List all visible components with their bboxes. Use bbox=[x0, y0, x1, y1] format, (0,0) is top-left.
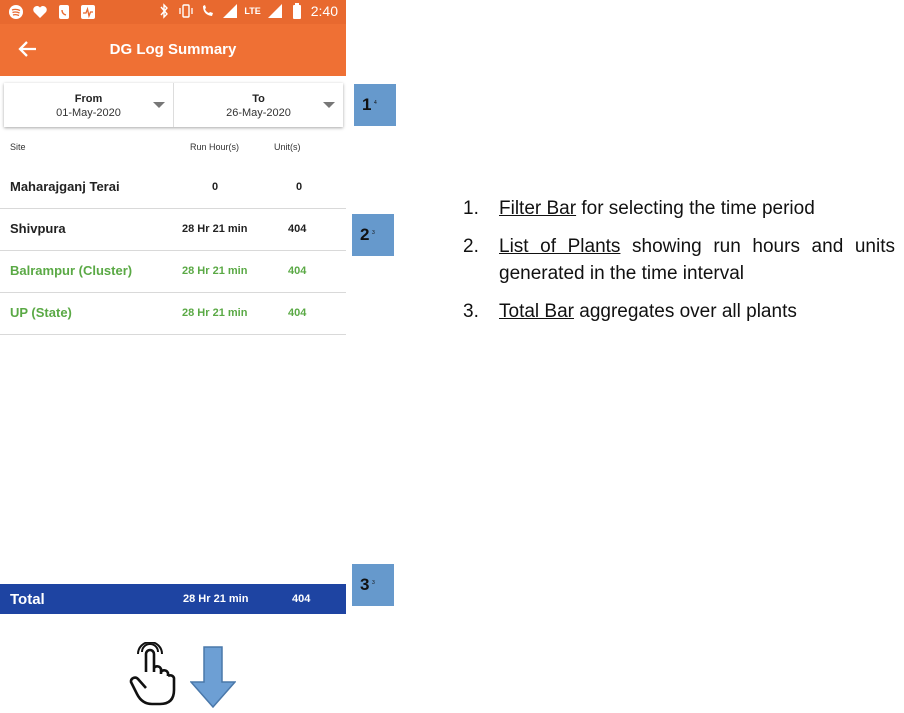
battery-icon bbox=[289, 3, 305, 19]
marker-number: 3 bbox=[360, 575, 370, 594]
bluetooth-icon bbox=[156, 3, 172, 19]
row-units: 404 bbox=[288, 223, 307, 235]
header-run-hours: Run Hour(s) bbox=[190, 142, 240, 152]
total-units: 404 bbox=[292, 593, 311, 605]
row-run-hours: 28 Hr 21 min bbox=[182, 307, 248, 319]
filter-bar: From 01-May-2020 To 26-May-2020 bbox=[4, 83, 343, 127]
marker-1: 1 4 bbox=[354, 84, 396, 126]
lte-label: LTE bbox=[244, 6, 261, 16]
total-label: Total bbox=[10, 591, 45, 608]
table-row[interactable]: UP (State) 28 Hr 21 min 404 bbox=[0, 292, 346, 335]
scroll-down-arrow-icon bbox=[189, 646, 237, 709]
row-run-hours: 0 bbox=[212, 181, 219, 193]
lte-signal-icon bbox=[267, 3, 283, 19]
row-site: UP (State) bbox=[10, 305, 72, 320]
row-units: 404 bbox=[288, 265, 307, 277]
from-label: From bbox=[74, 93, 103, 105]
to-date-picker[interactable]: To 26-May-2020 bbox=[173, 83, 343, 127]
phone-icon bbox=[56, 4, 72, 20]
notes-list: 1. Filter Bar for selecting the time per… bbox=[463, 195, 895, 336]
note-item: 2. List of Plants showing run hours and … bbox=[463, 233, 895, 287]
marker-number: 2 bbox=[360, 225, 370, 244]
note-number: 2. bbox=[463, 236, 479, 257]
table-header: Site Run Hour(s) Unit(s) bbox=[0, 142, 346, 160]
row-site: Maharajganj Terai bbox=[10, 179, 120, 194]
note-term: List of Plants bbox=[499, 236, 621, 257]
header-units: Unit(s) bbox=[274, 142, 301, 152]
status-time: 2:40 bbox=[310, 3, 338, 19]
note-term: Filter Bar bbox=[499, 198, 577, 219]
row-site: Shivpura bbox=[10, 221, 66, 236]
chevron-down-icon bbox=[153, 102, 165, 108]
volte-call-icon bbox=[200, 3, 216, 19]
spotify-icon bbox=[8, 4, 24, 20]
to-label: To bbox=[252, 93, 265, 105]
row-units: 0 bbox=[296, 181, 303, 193]
note-term: Total Bar bbox=[499, 301, 574, 322]
page-title: DG Log Summary bbox=[109, 41, 237, 58]
note-text: for selecting the time period bbox=[576, 198, 815, 219]
note-item: 3. Total Bar aggregates over all plants bbox=[463, 298, 895, 325]
table-row[interactable]: Balrampur (Cluster) 28 Hr 21 min 404 bbox=[0, 250, 346, 293]
status-bar: LTE 2:40 bbox=[0, 0, 346, 24]
note-item: 1. Filter Bar for selecting the time per… bbox=[463, 195, 895, 222]
row-run-hours: 28 Hr 21 min bbox=[182, 223, 248, 235]
to-value: 26-May-2020 bbox=[226, 107, 291, 119]
signal-icon bbox=[222, 3, 238, 19]
table-row[interactable]: Shivpura 28 Hr 21 min 404 bbox=[0, 208, 346, 251]
marker-subscript: 4 bbox=[374, 100, 377, 106]
from-date-picker[interactable]: From 01-May-2020 bbox=[4, 83, 173, 127]
activity-icon bbox=[80, 4, 96, 20]
row-run-hours: 28 Hr 21 min bbox=[182, 265, 248, 277]
row-site: Balrampur (Cluster) bbox=[10, 263, 133, 278]
marker-3: 3 3 bbox=[352, 564, 394, 606]
vibrate-icon bbox=[178, 3, 194, 19]
from-value: 01-May-2020 bbox=[56, 107, 121, 119]
header-site: Site bbox=[10, 142, 26, 152]
chevron-down-icon bbox=[323, 102, 335, 108]
note-text: aggregates over all plants bbox=[573, 301, 797, 322]
tap-hand-icon bbox=[128, 641, 176, 706]
marker-2: 2 3 bbox=[352, 214, 394, 256]
heart-icon bbox=[32, 4, 48, 20]
total-run-hours: 28 Hr 21 min bbox=[183, 593, 249, 605]
total-bar: Total 28 Hr 21 min 404 bbox=[0, 584, 346, 614]
marker-subscript: 3 bbox=[372, 230, 375, 236]
note-number: 1. bbox=[463, 198, 479, 219]
app-bar: DG Log Summary bbox=[0, 24, 346, 76]
marker-number: 1 bbox=[362, 95, 372, 114]
table-row[interactable]: Maharajganj Terai 0 0 bbox=[0, 166, 346, 209]
marker-subscript: 3 bbox=[372, 580, 375, 586]
row-units: 404 bbox=[288, 307, 307, 319]
note-number: 3. bbox=[463, 301, 479, 322]
